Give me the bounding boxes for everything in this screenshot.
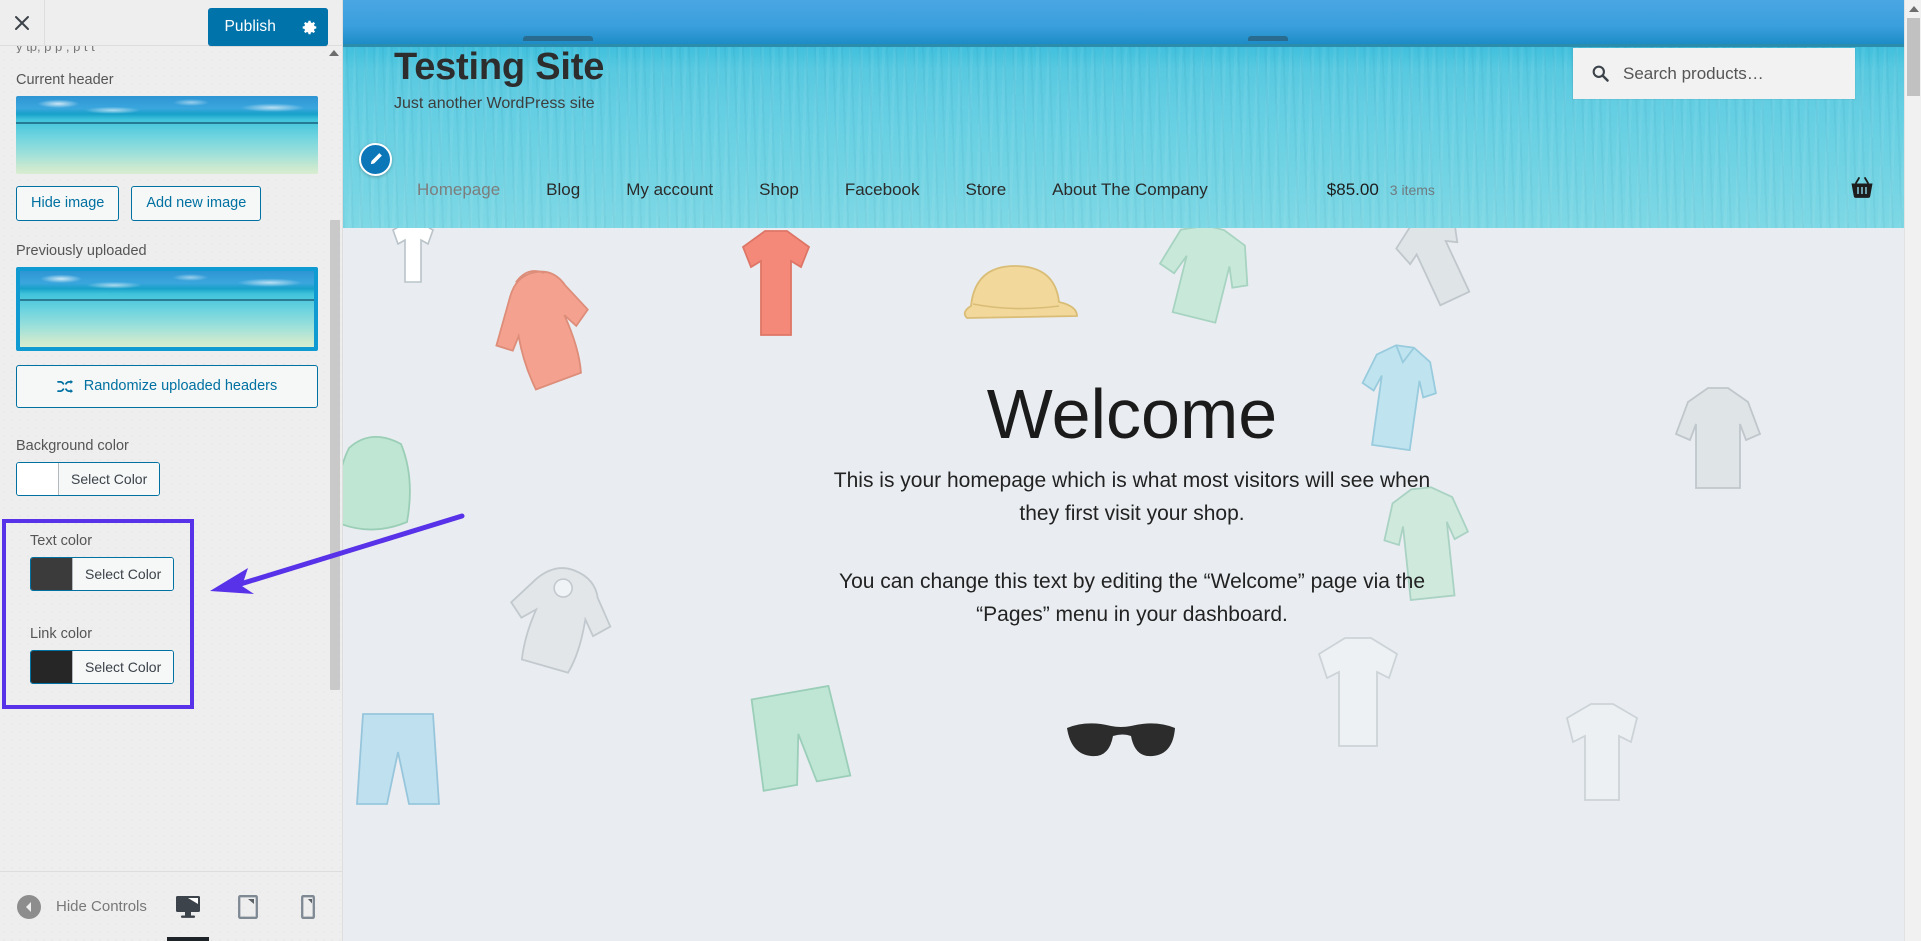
text-color-swatch[interactable] <box>31 557 73 590</box>
text-color-section: Text color Select Color Link color Selec… <box>16 500 326 688</box>
jacket-doodle-grey <box>489 543 643 693</box>
randomize-uploaded-headers-button[interactable]: Randomize uploaded headers <box>16 364 318 408</box>
thumbnail-clouds <box>20 270 314 297</box>
previously-uploaded-label: Previously uploaded <box>16 242 147 259</box>
nav-item-shop[interactable]: Shop <box>736 180 822 200</box>
customizer-scroll-area: y tp, p p , p t t Current header Hide im… <box>0 46 342 871</box>
nav-item-homepage[interactable]: Homepage <box>394 180 523 200</box>
site-header: Testing Site Just another WordPress site… <box>343 0 1921 228</box>
chevron-left-circle-icon <box>17 894 41 919</box>
thumbnail-horizon <box>16 122 318 124</box>
mobile-preview-button[interactable] <box>291 890 325 924</box>
gear-icon <box>302 20 316 34</box>
nav-item-facebook[interactable]: Facebook <box>822 180 943 200</box>
text-color-label: Text color <box>30 532 93 549</box>
hide-image-button[interactable]: Hide image <box>16 186 120 221</box>
background-color-picker[interactable]: Select Color <box>16 461 161 496</box>
customizer-sidebar: Publish y tp, p p , p t t Current header <box>0 0 343 941</box>
shuffle-icon <box>56 379 73 393</box>
longsleeve-doodle-green <box>1131 228 1272 341</box>
current-header-thumbnail[interactable] <box>16 96 318 174</box>
jeans-doodle-blue <box>343 708 453 808</box>
tablet-icon <box>238 894 258 919</box>
cart-summary[interactable]: $85.00 3 items <box>1327 180 1435 200</box>
nav-item-about-the-company[interactable]: About The Company <box>1029 180 1231 200</box>
site-title: Testing Site <box>394 46 605 88</box>
preview-scrollbar[interactable] <box>1904 0 1921 941</box>
close-customizer-button[interactable] <box>0 0 45 45</box>
product-search-placeholder: Search products… <box>1623 63 1764 83</box>
page-title: Welcome <box>986 375 1278 453</box>
randomize-label: Randomize uploaded headers <box>83 377 278 394</box>
desktop-icon <box>176 895 200 918</box>
search-icon <box>1592 65 1609 82</box>
nav-item-store[interactable]: Store <box>943 180 1030 200</box>
mobile-icon <box>301 894 315 919</box>
cap-doodle <box>951 254 1079 338</box>
close-icon <box>15 15 29 30</box>
previously-uploaded-thumbnail[interactable] <box>16 266 318 351</box>
link-color-label: Link color <box>30 625 93 642</box>
current-header-label: Current header <box>16 72 114 88</box>
text-select-color-label: Select Color <box>73 557 174 590</box>
pencil-edit-icon <box>370 153 382 165</box>
link-color-picker[interactable]: Select Color <box>30 649 175 684</box>
link-color-swatch[interactable] <box>31 650 73 683</box>
welcome-paragraph-1: This is your homepage which is what most… <box>833 469 1431 525</box>
header-image-actions: Hide image Add new image <box>16 186 326 221</box>
tablet-preview-button[interactable] <box>231 890 265 924</box>
tshirt-doodle-grey <box>1367 228 1509 329</box>
scroll-up-arrow-icon[interactable] <box>1909 6 1919 12</box>
hide-controls-button[interactable]: Hide Controls <box>0 894 147 920</box>
publish-settings-button[interactable] <box>290 8 328 46</box>
nav-item-my-account[interactable]: My account <box>603 180 736 200</box>
tshirt-doodle-white <box>1293 628 1423 756</box>
tshirt-doodle <box>373 228 453 288</box>
tshirt-doodle-pale <box>1543 696 1659 806</box>
link-select-color-label: Select Color <box>73 650 174 683</box>
customizer-topbar: Publish <box>0 0 342 46</box>
customizer-footer: Hide Controls <box>0 871 342 941</box>
customizer-controls: Current header Hide image Add new image … <box>0 72 342 698</box>
thumbnail-clouds <box>16 96 318 122</box>
welcome-paragraph-2: You can change this text by editing the … <box>838 570 1426 626</box>
add-new-image-button[interactable]: Add new image <box>131 186 262 221</box>
sidebar-scrollbar[interactable] <box>329 60 341 869</box>
thumbnail-image <box>20 270 314 347</box>
cart-total: $85.00 <box>1326 180 1379 199</box>
background-color-label: Background color <box>16 437 129 454</box>
background-select-color-label: Select Color <box>59 462 160 495</box>
background-color-swatch[interactable] <box>17 462 59 495</box>
thumbnail-horizon <box>20 298 314 301</box>
main-navigation: Homepage Blog My account Shop Facebook S… <box>343 170 1921 210</box>
site-content: Welcome This is your homepage which is w… <box>343 228 1921 941</box>
preview-scrollbar-thumb[interactable] <box>1907 18 1920 96</box>
horizon-islet <box>523 36 593 41</box>
product-search-box[interactable]: Search products… <box>1573 48 1855 99</box>
scrollbar-thumb[interactable] <box>330 220 340 690</box>
cart-item-count: 3 items <box>1389 182 1435 198</box>
shorts-doodle-green <box>733 669 862 806</box>
text-color-picker[interactable]: Select Color <box>30 556 175 591</box>
nav-item-blog[interactable]: Blog <box>523 180 603 200</box>
site-tagline: Just another WordPress site <box>394 95 595 112</box>
tshirt-doodle-coral <box>721 228 831 343</box>
site-preview: Testing Site Just another WordPress site… <box>343 0 1921 941</box>
scroll-up-arrow-icon[interactable] <box>329 50 339 56</box>
hide-controls-label: Hide Controls <box>56 898 147 915</box>
sunglasses-doodle <box>1061 714 1181 766</box>
horizon-islet <box>1248 36 1288 41</box>
device-preview-switcher <box>167 890 342 941</box>
desktop-preview-button[interactable] <box>167 890 209 941</box>
publish-group: Publish <box>208 8 328 46</box>
scrolled-partial-text: y tp, p p , p t t <box>16 46 326 53</box>
basket-icon <box>1851 176 1873 198</box>
customizer-screen: Publish y tp, p p , p t t Current header <box>0 0 1921 941</box>
publish-button[interactable]: Publish <box>208 8 290 46</box>
